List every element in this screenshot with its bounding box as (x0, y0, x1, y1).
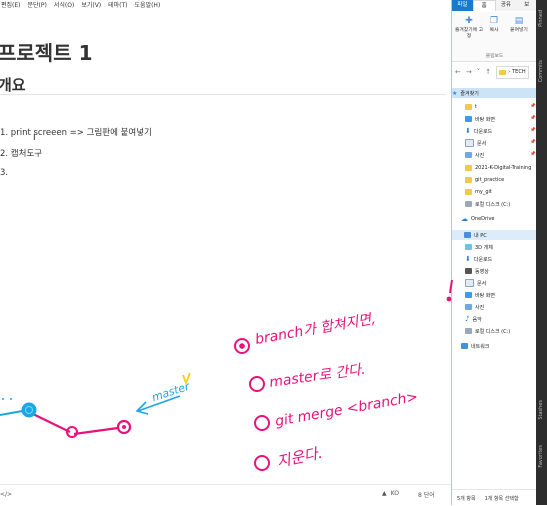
copy-button[interactable]: ❐ 복사 (486, 16, 502, 34)
strip-label-stashes[interactable]: Stashes (538, 400, 544, 420)
copy-icon: ❐ (489, 16, 499, 26)
folder-icon (465, 104, 472, 110)
pin-quick-access-button[interactable]: ✚ 즐겨찾기에 고정 (454, 16, 484, 40)
menu-bar: 편집(E) 문단(P) 서식(O) 보기(V) 테마(T) 도움말(H) (0, 0, 452, 12)
back-icon[interactable]: ← (455, 68, 461, 76)
menu-view[interactable]: 보기(V) (81, 0, 101, 12)
folder-icon (465, 177, 472, 183)
pin-icon: 📌 (530, 128, 536, 133)
menu-edit[interactable]: 편집(E) (1, 0, 21, 12)
pin-icon: 📌 (530, 152, 536, 157)
address-bar[interactable]: › TECH (496, 65, 529, 79)
computer-icon (464, 232, 471, 238)
pin-icon: ✚ (465, 16, 473, 26)
pin-icon: 📌 (530, 116, 536, 121)
breadcrumb: TECH (512, 69, 526, 75)
tree-item-this-pc[interactable]: 내 PC (452, 230, 537, 240)
explorer-status-bar: 5개 항목 1개 항목 선택함 (452, 489, 537, 505)
pictures-icon (465, 152, 472, 158)
chevron-down-icon[interactable]: ˅ (477, 68, 481, 76)
menu-paragraph[interactable]: 문단(P) (28, 0, 47, 12)
tree-item[interactable]: 로컬 디스크 (C:) (465, 199, 510, 209)
star-icon: ★ (452, 89, 458, 97)
download-icon: ⬇ (465, 127, 471, 135)
markdown-editor[interactable]: 편집(E) 문단(P) 서식(O) 보기(V) 테마(T) 도움말(H) 프로젝… (0, 0, 452, 506)
language-indicator[interactable]: ▲ KO (382, 490, 399, 497)
document-icon (465, 139, 474, 147)
document-icon (465, 279, 474, 287)
quick-access-item[interactable]: ★ 즐겨찾기 (452, 88, 537, 98)
folder-icon (499, 69, 507, 75)
tree-item[interactable]: my_git (465, 187, 492, 197)
clipboard-group-label: 클립보드 (485, 54, 504, 59)
paste-icon: ▤ (514, 16, 524, 26)
download-icon: ⬇ (465, 255, 471, 263)
tab-view[interactable]: 보 (516, 0, 537, 11)
ribbon-panel: ✚ 즐겨찾기에 고정 ❐ 복사 ▤ 붙여넣기 클립보드 (452, 12, 537, 62)
desktop-icon (465, 116, 472, 122)
tree-item[interactable]: ♪ 음악 (465, 314, 482, 324)
forward-icon[interactable]: → (466, 68, 472, 76)
heading-divider (0, 94, 446, 95)
strip-label-favorites[interactable]: Favorites (538, 445, 544, 468)
pin-icon: 📌 (530, 140, 536, 145)
tab-home[interactable]: 홈 (472, 0, 496, 11)
file-explorer-window: 파일 홈 공유 보 ✚ 즐겨찾기에 고정 ❐ 복사 ▤ 붙여넣기 클립보드 ← … (451, 0, 537, 505)
tree-item[interactable]: 문서 (465, 278, 486, 288)
list-item[interactable]: 3. (0, 168, 8, 178)
tree-item[interactable]: 사진 (465, 302, 484, 312)
text-cursor-icon: I (33, 133, 36, 143)
tree-item[interactable]: t (465, 102, 477, 112)
strip-label-commits[interactable]: Commits (538, 60, 544, 82)
tree-item[interactable]: 바탕 화면 (465, 290, 495, 300)
tree-item[interactable]: 사진 (465, 150, 484, 160)
tab-file[interactable]: 파일 (452, 0, 473, 11)
menu-help[interactable]: 도움말(H) (135, 0, 161, 12)
section-heading: 개요 (0, 76, 26, 94)
tree-item[interactable]: 문서 (465, 138, 486, 148)
cloud-icon: ☁ (461, 215, 468, 223)
pictures-icon (465, 304, 472, 310)
word-count[interactable]: 8 단어 (418, 490, 435, 499)
selection-count: 1개 항목 선택함 (484, 495, 519, 502)
tree-item[interactable]: ⬇ 다운로드 (465, 254, 492, 264)
drive-icon (465, 201, 472, 207)
side-panel-strip: Pinned Commits Stashes Favorites (536, 0, 547, 505)
breadcrumb-chevron-icon: › (508, 69, 511, 75)
menu-theme[interactable]: 테마(T) (108, 0, 127, 12)
list-item[interactable]: 2. 캡처도구 (0, 147, 42, 159)
music-icon: ♪ (465, 315, 470, 323)
tab-share[interactable]: 공유 (496, 0, 517, 11)
source-mode-toggle[interactable]: </> (0, 491, 12, 498)
3d-objects-icon (465, 244, 472, 250)
status-bar: </> ▲ KO 8 단어 (0, 484, 451, 506)
language-label: KO (390, 490, 399, 497)
ribbon-tabs: 파일 홈 공유 보 (452, 0, 537, 11)
tree-item[interactable]: ⬇ 다운로드 (465, 126, 492, 136)
video-icon (465, 268, 472, 274)
warning-icon: ▲ (382, 490, 387, 497)
tree-item[interactable]: 동영상 (465, 266, 489, 276)
network-icon (461, 343, 468, 349)
pin-icon: 📌 (530, 104, 536, 109)
up-icon[interactable]: ↑ (485, 68, 491, 76)
drive-icon (465, 328, 472, 334)
folder-icon (465, 189, 472, 195)
folder-icon (465, 165, 472, 171)
desktop-icon (465, 292, 472, 298)
tree-item[interactable]: 2021-K-Digital-Training (465, 163, 531, 173)
strip-label-pinned[interactable]: Pinned (538, 10, 544, 27)
tree-item-onedrive[interactable]: ☁ OneDrive (461, 214, 495, 224)
menu-format[interactable]: 서식(O) (54, 0, 74, 12)
tree-item-network[interactable]: 네트워크 (461, 341, 489, 351)
tree-item[interactable]: 로컬 디스크 (C:) (465, 326, 510, 336)
tree-item[interactable]: 바탕 화면 (465, 114, 495, 124)
page-title: 프로젝트 1 (0, 41, 93, 65)
navigation-bar: ← → ˅ ↑ › TECH (452, 64, 537, 80)
tree-item[interactable]: 3D 개체 (465, 242, 493, 252)
item-count: 5개 항목 (457, 495, 476, 502)
paste-button[interactable]: ▤ 붙여넣기 (506, 16, 532, 34)
tree-item[interactable]: git_practice (465, 175, 504, 185)
list-item[interactable]: 1. print screeen => 그림판에 붙여넣기 (0, 126, 152, 138)
